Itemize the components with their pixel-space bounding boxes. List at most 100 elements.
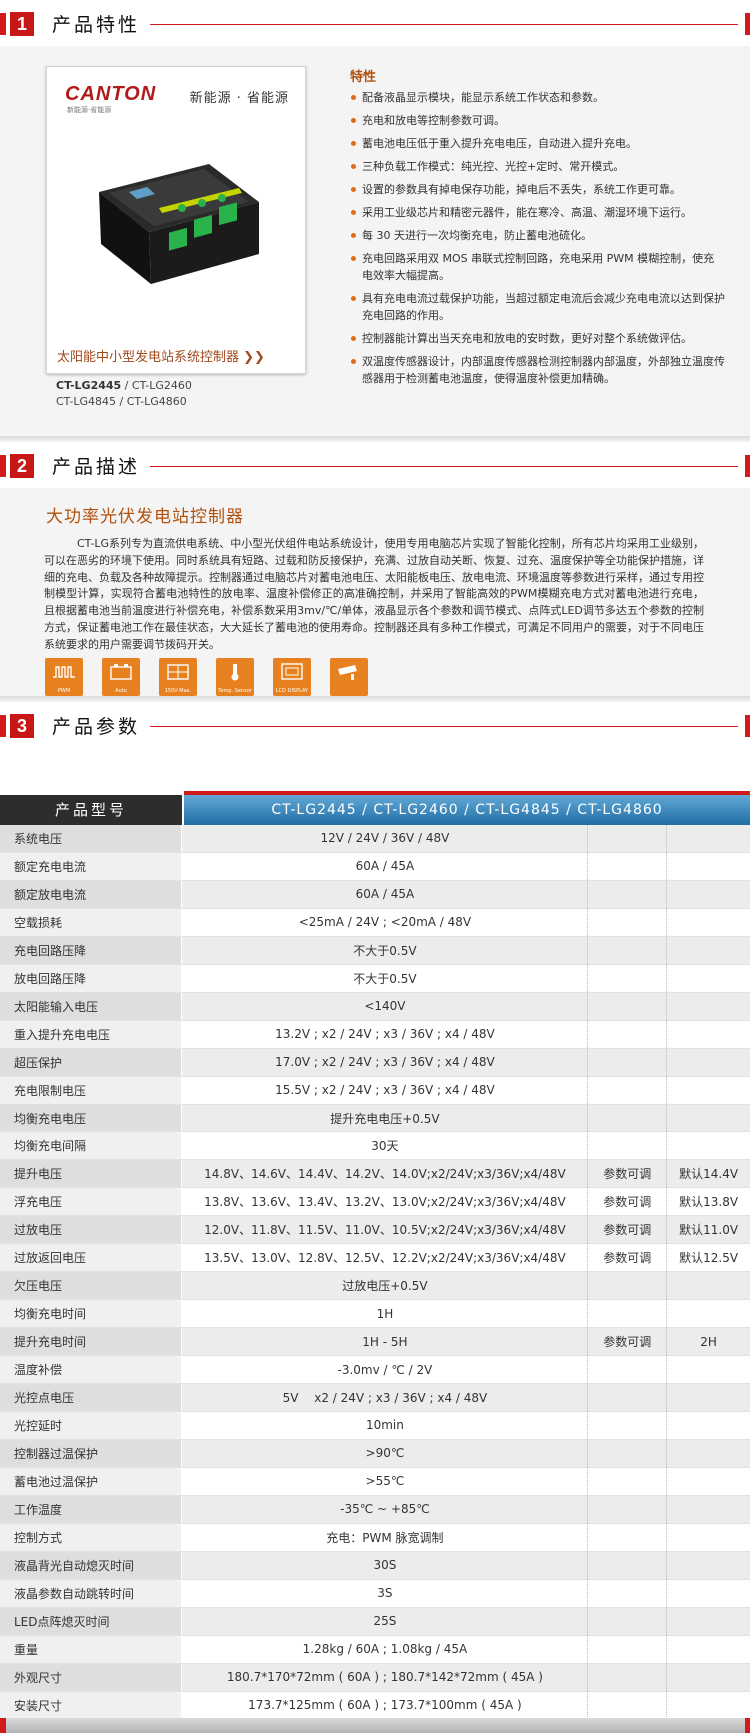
param-name: 液晶参数自动跳转时间 <box>0 1579 183 1608</box>
param-name: 放电回路压降 <box>0 964 183 993</box>
table-row: 额定放电电流 60A / 45A <box>0 880 750 909</box>
table-row: 均衡充电时间 1H <box>0 1299 750 1329</box>
param-name: LED点阵熄灭时间 <box>0 1607 183 1636</box>
param-default <box>666 852 750 881</box>
param-adjustable <box>587 1579 667 1608</box>
param-value: 60A / 45A <box>181 852 588 881</box>
param-name: 充电回路压降 <box>0 936 183 965</box>
section-number: 2 <box>10 454 34 478</box>
param-name: 超压保护 <box>0 1048 183 1077</box>
table-row: 安装尺寸 173.7*125mm ( 60A ) ; 173.7*100mm ( … <box>0 1691 750 1720</box>
param-name: 均衡充电间隔 <box>0 1131 183 1161</box>
param-name: 欠压电压 <box>0 1271 183 1301</box>
param-name: 过放返回电压 <box>0 1243 183 1273</box>
param-value: 12V / 24V / 36V / 48V <box>181 825 588 853</box>
feature-list: 特性 配备液晶显示模块，能显示系统工作状态和参数。 充电和放电等控制参数可调。 蓄电… <box>350 66 725 393</box>
param-adjustable <box>587 1411 667 1440</box>
param-adjustable <box>587 1020 667 1049</box>
section-header-description: 2 产品描述 <box>0 442 750 488</box>
feature-item: 蓄电池电压低于重入提升充电电压，自动进入提升充电。 <box>350 135 725 152</box>
param-default <box>666 1579 750 1608</box>
param-value: <140V <box>181 992 588 1021</box>
param-default <box>666 1523 750 1552</box>
param-name: 控制方式 <box>0 1523 183 1552</box>
param-adjustable <box>587 1635 667 1664</box>
table-row: 外观尺寸 180.7*170*72mm ( 60A ) ; 180.7*142*7… <box>0 1663 750 1692</box>
param-adjustable <box>587 1299 667 1329</box>
param-default <box>666 1495 750 1524</box>
temperature-icon: Temp. Sensor <box>216 658 254 696</box>
param-value: <25mA / 24V ; <20mA / 48V <box>181 908 588 937</box>
param-name: 太阳能输入电压 <box>0 992 183 1021</box>
table-row: 放电回路压降 不大于0.5V <box>0 964 750 993</box>
param-adjustable <box>587 1271 667 1301</box>
param-default <box>666 1020 750 1049</box>
param-adjustable <box>587 1048 667 1077</box>
param-adjustable <box>587 936 667 965</box>
table-row: 浮充电压 13.8V、13.6V、13.4V、13.2V、13.0V;x2/24V… <box>0 1187 750 1217</box>
table-row: 欠压电压 过放电压+0.5V <box>0 1271 750 1301</box>
divider-line <box>150 726 738 727</box>
model-primary: CT-LG2445 <box>56 379 122 392</box>
param-name: 均衡充电电压 <box>0 1104 183 1133</box>
param-adjustable <box>587 908 667 937</box>
param-default <box>666 1467 750 1496</box>
model-line-2: CT-LG4845 / CT-LG4860 <box>56 395 187 408</box>
right-accent-bar <box>745 1718 750 1733</box>
left-accent-bar <box>0 13 6 35</box>
param-adjustable <box>587 1467 667 1496</box>
param-adjustable: 参数可调 <box>587 1243 667 1273</box>
param-value: 17.0V ; x2 / 24V ; x3 / 36V ; x4 / 48V <box>181 1048 588 1077</box>
table-row: 均衡充电电压 提升充电电压+0.5V <box>0 1104 750 1133</box>
table-row: 光控点电压 5V x2 / 24V ; x3 / 36V ; x4 / 48V <box>0 1383 750 1413</box>
section-header-features: 1 产品特性 <box>0 0 750 46</box>
param-default: 2H <box>666 1327 750 1357</box>
param-name: 均衡充电时间 <box>0 1299 183 1329</box>
param-adjustable <box>587 852 667 881</box>
param-value: 60A / 45A <box>181 880 588 909</box>
param-name: 过放电压 <box>0 1215 183 1245</box>
param-adjustable <box>587 1607 667 1636</box>
icon-caption: PWM <box>57 688 71 694</box>
param-adjustable <box>587 880 667 909</box>
feature-item: 每 30 天进行一次均衡充电，防止蓄电池硫化。 <box>350 227 725 244</box>
divider-line <box>150 466 738 467</box>
param-name: 安装尺寸 <box>0 1691 183 1720</box>
param-default <box>666 1383 750 1413</box>
params-table: 系统电压 12V / 24V / 36V / 48V 额定充电电流 60A / 45A… <box>0 825 750 1720</box>
table-row: 系统电压 12V / 24V / 36V / 48V <box>0 825 750 853</box>
param-default <box>666 964 750 993</box>
param-name: 提升充电时间 <box>0 1327 183 1357</box>
param-default <box>666 1607 750 1636</box>
param-value: 30天 <box>181 1131 588 1161</box>
param-value: 不大于0.5V <box>181 936 588 965</box>
controller-device-image <box>99 164 259 284</box>
param-name: 温度补偿 <box>0 1355 183 1385</box>
table-row: 均衡充电间隔 30天 <box>0 1131 750 1161</box>
param-default <box>666 992 750 1021</box>
solar-panel-icon: 150V Max. <box>159 658 197 696</box>
param-value: 180.7*170*72mm ( 60A ) ; 180.7*142*72mm … <box>181 1663 588 1692</box>
param-value: 12.0V、11.8V、11.5V、11.0V、10.5V;x2/24V;x3/… <box>181 1215 588 1245</box>
table-row: 工作温度 -35℃ ~ +85℃ <box>0 1495 750 1524</box>
battery-auto-icon: Auto <box>102 658 140 696</box>
param-default <box>666 1299 750 1329</box>
param-name: 控制器过温保护 <box>0 1439 183 1468</box>
table-row: 控制器过温保护 >90℃ <box>0 1439 750 1468</box>
section-header-params: 3 产品参数 <box>0 702 750 748</box>
param-value: 25S <box>181 1607 588 1636</box>
param-default: 默认13.8V <box>666 1187 750 1217</box>
table-row: 提升电压 14.8V、14.6V、14.4V、14.2V、14.0V;x2/24V… <box>0 1159 750 1189</box>
table-row: 蓄电池过温保护 >55℃ <box>0 1467 750 1496</box>
feature-item: 设置的参数具有掉电保存功能，掉电后不丢失，系统工作更可靠。 <box>350 181 725 198</box>
left-accent-bar <box>0 715 6 737</box>
table-row: 液晶参数自动跳转时间 3S <box>0 1579 750 1608</box>
param-default: 默认11.0V <box>666 1215 750 1245</box>
param-name: 外观尺寸 <box>0 1663 183 1692</box>
icon-caption: Auto <box>115 688 127 694</box>
section-number: 3 <box>10 714 34 738</box>
param-adjustable: 参数可调 <box>587 1159 667 1189</box>
param-name: 提升电压 <box>0 1159 183 1189</box>
camera-icon <box>330 658 368 696</box>
table-row: 充电回路压降 不大于0.5V <box>0 936 750 965</box>
